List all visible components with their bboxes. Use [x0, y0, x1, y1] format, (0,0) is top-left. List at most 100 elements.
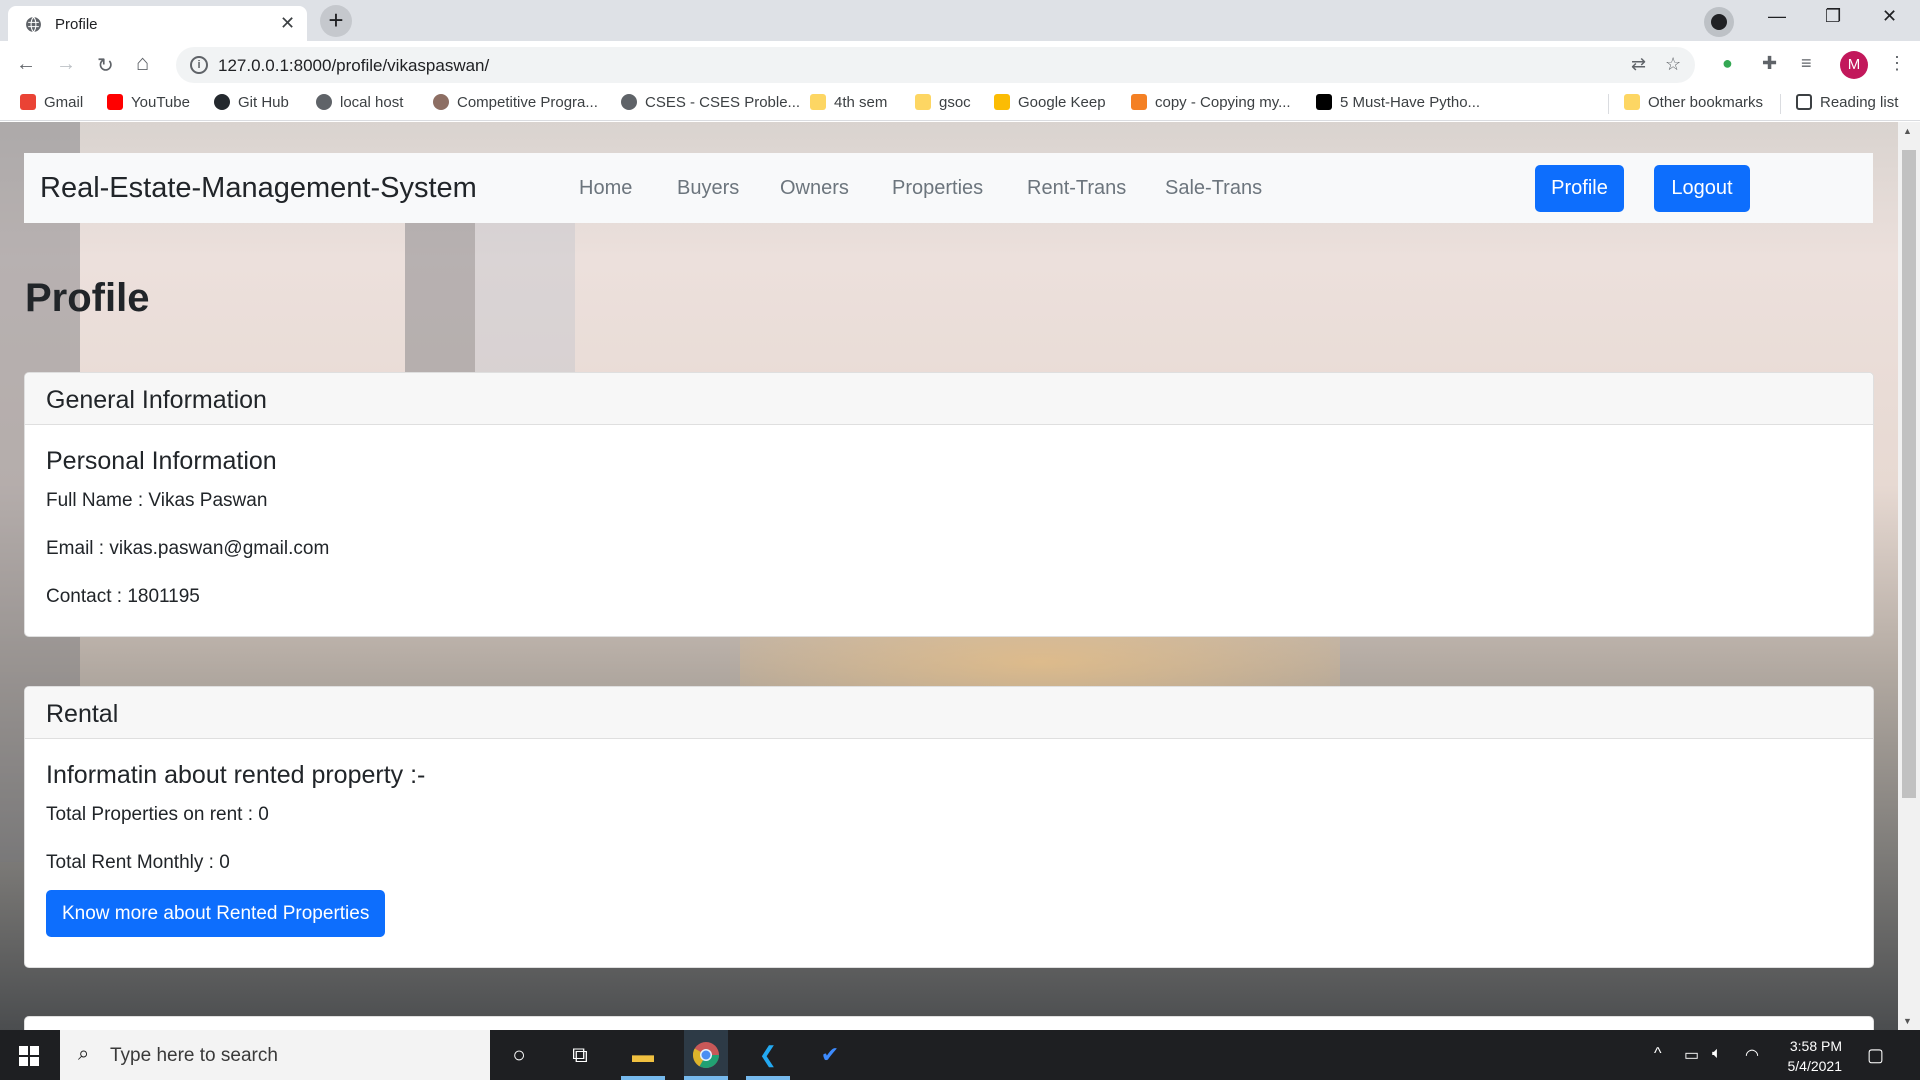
reading-list-icon	[1796, 94, 1812, 110]
minimize-button[interactable]: —	[1768, 6, 1786, 27]
rental-body: Informatin about rented property :- Tota…	[25, 739, 1873, 959]
personal-information-title: Personal Information	[46, 447, 277, 475]
total-rent-text: Total Rent Monthly : 0	[46, 852, 230, 873]
bookmark-folder-gsoc[interactable]: gsoc	[915, 94, 971, 111]
bookmark-competitive[interactable]: Competitive Progra...	[433, 94, 598, 111]
site-icon	[433, 94, 449, 110]
active-app-indicator	[746, 1076, 790, 1080]
tab-close-icon[interactable]: ✕	[280, 14, 295, 32]
scroll-up-icon[interactable]: ▲	[1903, 126, 1912, 136]
bookmark-folder-4th-sem[interactable]: 4th sem	[810, 94, 887, 111]
restore-button[interactable]: ❐	[1825, 6, 1841, 27]
active-app-indicator	[621, 1076, 665, 1080]
gmail-icon	[20, 94, 36, 110]
file-explorer-icon[interactable]: ▬	[628, 1040, 658, 1070]
volume-icon[interactable]: 🔈︎	[1712, 1045, 1722, 1063]
bookmark-github[interactable]: Git Hub	[214, 94, 289, 111]
nav-link-properties[interactable]: Properties	[892, 177, 983, 200]
bookmarks-divider	[1608, 94, 1609, 114]
battery-icon[interactable]: ▭	[1684, 1045, 1699, 1065]
nav-link-owners[interactable]: Owners	[780, 177, 849, 200]
bookmark-gmail[interactable]: Gmail	[20, 94, 83, 111]
browser-titlebar: Profile ✕ + — ❐ ✕	[0, 0, 1920, 41]
logout-button[interactable]: Logout	[1654, 165, 1750, 212]
rented-properties-button[interactable]: Know more about Rented Properties	[46, 890, 386, 937]
tray-overflow-icon[interactable]: ^	[1654, 1045, 1662, 1063]
general-information-body: Personal Information Full Name : Vikas P…	[25, 425, 1873, 656]
youtube-icon	[107, 94, 123, 110]
clock-time: 3:58 PM	[1789, 1038, 1842, 1054]
windows-start-icon[interactable]	[19, 1046, 39, 1066]
folder-icon	[810, 94, 826, 110]
nav-link-rent-trans[interactable]: Rent-Trans	[1027, 177, 1126, 200]
next-card	[24, 1016, 1874, 1030]
bookmarks-bar: Gmail YouTube Git Hub local host Competi…	[0, 88, 1920, 121]
todo-icon[interactable]: ✔	[815, 1040, 845, 1070]
active-app-indicator	[684, 1076, 728, 1080]
nav-link-sale-trans[interactable]: Sale-Trans	[1165, 177, 1262, 200]
tab-title: Profile	[55, 16, 98, 33]
bookmark-localhost[interactable]: local host	[316, 94, 403, 111]
bookmark-python[interactable]: 5 Must-Have Pytho...	[1316, 94, 1480, 111]
globe-icon	[316, 94, 332, 110]
url-text[interactable]: 127.0.0.1:8000/profile/vikaspaswan/	[218, 56, 489, 76]
taskbar-clock[interactable]: 3:58 PM 5/4/2021	[1780, 1036, 1843, 1076]
windows-taskbar: ⌕ Type here to search ○ ⧉ ▬ ❮ ✔ ^ ▭ 🔈︎ ◠…	[0, 1030, 1920, 1080]
bookmark-star-icon[interactable]: ☆	[1665, 54, 1681, 75]
nav-link-buyers[interactable]: Buyers	[677, 177, 739, 200]
clock-date: 5/4/2021	[1787, 1058, 1843, 1074]
cortana-icon[interactable]: ○	[504, 1040, 534, 1070]
search-icon: ⌕	[78, 1043, 90, 1065]
task-view-icon[interactable]: ⧉	[565, 1040, 595, 1070]
profile-avatar[interactable]: M	[1840, 51, 1868, 79]
contact-text: Contact : 1801195	[46, 586, 200, 607]
profile-button[interactable]: Profile	[1535, 165, 1624, 212]
translate-icon[interactable]: ⇄	[1631, 54, 1646, 75]
address-bar[interactable]: i 127.0.0.1:8000/profile/vikaspaswan/ ⇄ …	[176, 47, 1695, 83]
extension-add-icon[interactable]: ●	[1722, 53, 1733, 74]
reading-list[interactable]: Reading list	[1796, 94, 1898, 111]
rental-card: Rental Informatin about rented property …	[24, 686, 1874, 968]
page-scrollbar[interactable]: ▲ ▼	[1898, 122, 1920, 1030]
vscode-icon[interactable]: ❮	[753, 1040, 783, 1070]
close-window-button[interactable]: ✕	[1882, 6, 1897, 27]
info-icon[interactable]: i	[190, 56, 208, 74]
bookmark-copy[interactable]: copy - Copying my...	[1131, 94, 1291, 111]
scroll-thumb[interactable]	[1902, 150, 1916, 798]
bookmark-youtube[interactable]: YouTube	[107, 94, 190, 111]
wifi-icon[interactable]: ◠	[1745, 1045, 1759, 1065]
rented-property-title: Informatin about rented property :-	[46, 761, 426, 789]
email-text: Email : vikas.paswan@gmail.com	[46, 538, 330, 559]
general-information-card: General Information Personal Information…	[24, 372, 1874, 637]
extensions-puzzle-icon[interactable]: ✚	[1762, 53, 1777, 74]
reload-button[interactable]: ↻	[97, 53, 114, 78]
page-viewport: Real-Estate-Management-System Home Buyer…	[0, 122, 1898, 1030]
rental-header: Rental	[25, 687, 1873, 739]
nav-link-home[interactable]: Home	[579, 177, 632, 200]
bookmark-google-keep[interactable]: Google Keep	[994, 94, 1106, 111]
notifications-icon[interactable]: ▢	[1867, 1045, 1884, 1066]
taskbar-search-input[interactable]: ⌕ Type here to search	[60, 1030, 490, 1080]
scroll-down-icon[interactable]: ▼	[1903, 1016, 1912, 1026]
back-button[interactable]: ←	[16, 53, 36, 76]
menu-kebab-icon[interactable]: ⋮	[1888, 53, 1906, 74]
home-button[interactable]: ⌂	[136, 50, 149, 76]
general-information-header: General Information	[25, 373, 1873, 425]
folder-icon	[1624, 94, 1640, 110]
bookmark-other[interactable]: Other bookmarks	[1624, 94, 1763, 111]
keep-icon	[994, 94, 1010, 110]
tab-search-icon[interactable]	[1704, 7, 1734, 37]
total-properties-text: Total Properties on rent : 0	[46, 804, 269, 825]
site-brand[interactable]: Real-Estate-Management-System	[40, 172, 477, 205]
new-tab-button[interactable]: +	[320, 5, 352, 37]
browser-toolbar: ← → ↻ ⌂ i 127.0.0.1:8000/profile/vikaspa…	[0, 41, 1920, 88]
bookmarks-divider	[1780, 94, 1781, 114]
forward-button[interactable]: →	[56, 53, 76, 76]
full-name-text: Full Name : Vikas Paswan	[46, 490, 268, 511]
bookmark-cses[interactable]: CSES - CSES Proble...	[621, 94, 800, 111]
medium-icon	[1316, 94, 1332, 110]
browser-tab-profile[interactable]: Profile ✕	[8, 6, 307, 41]
github-icon	[214, 94, 230, 110]
site-navbar: Real-Estate-Management-System Home Buyer…	[24, 153, 1873, 223]
media-control-icon[interactable]: ≡	[1801, 53, 1812, 74]
